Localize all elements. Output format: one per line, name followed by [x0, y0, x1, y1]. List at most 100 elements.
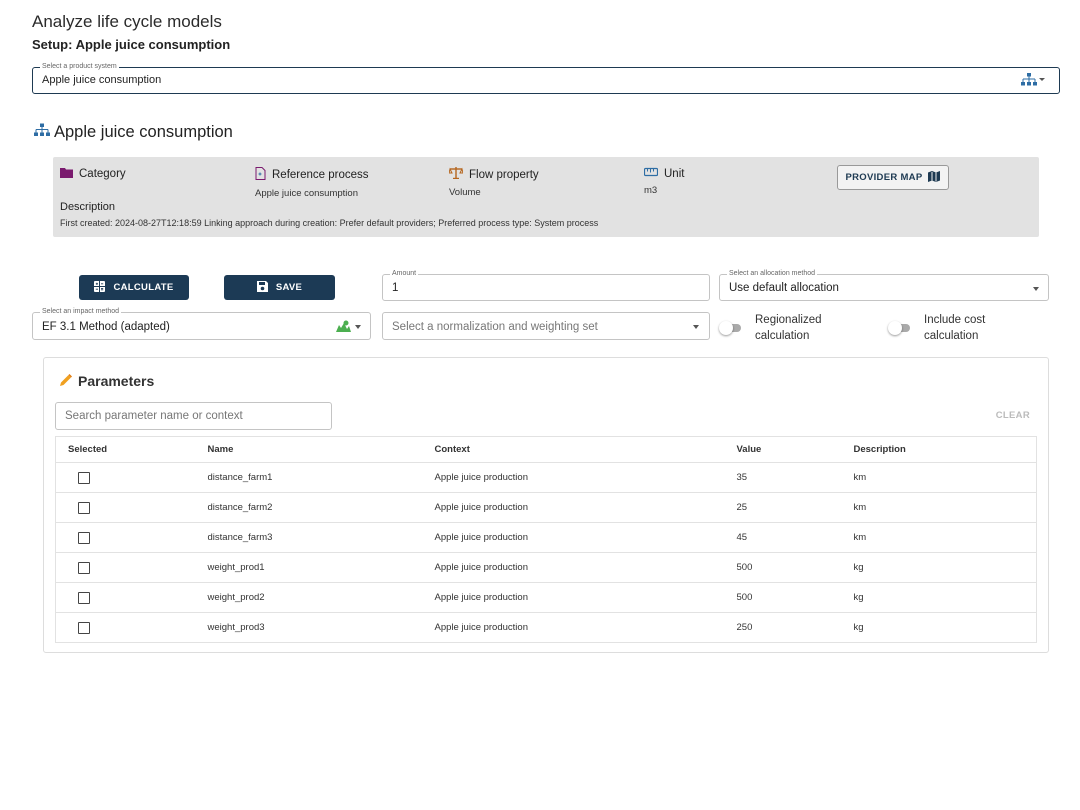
- system-info-box: Category Reference process Apple juice c…: [53, 157, 1039, 237]
- impact-method-select[interactable]: Select an impact method EF 3.1 Method (a…: [32, 307, 371, 340]
- column-header-description[interactable]: Description: [853, 436, 1037, 463]
- map-icon: [928, 170, 941, 185]
- product-system-tree-icon: [34, 123, 50, 142]
- column-header-value[interactable]: Value: [736, 436, 854, 463]
- calculate-label: CALCULATE: [113, 282, 174, 293]
- chevron-down-icon: [355, 325, 361, 329]
- param-description: kg: [853, 552, 1037, 583]
- reference-process-label: Reference process: [272, 169, 369, 181]
- product-system-tree-icon[interactable]: [1021, 72, 1047, 93]
- unit-column: Unit m3: [643, 167, 685, 196]
- system-title: Apple juice consumption: [54, 123, 233, 141]
- table-row: weight_prod3 Apple juice production 250 …: [55, 612, 1037, 643]
- category-column: Category: [60, 167, 126, 181]
- parameter-search-placeholder: Search parameter name or context: [65, 410, 243, 422]
- param-name: distance_farm2: [207, 492, 435, 523]
- chevron-down-icon: [693, 325, 699, 329]
- allocation-value: Use default allocation: [729, 282, 839, 294]
- param-context: Apple juice production: [434, 492, 737, 523]
- table-row: weight_prod2 Apple juice production 500 …: [55, 582, 1037, 613]
- product-system-select[interactable]: Select a product system Apple juice cons…: [32, 62, 1060, 94]
- floppy-disk-icon: [256, 280, 268, 295]
- page-title: Analyze life cycle models: [32, 12, 222, 31]
- save-label: SAVE: [275, 282, 303, 293]
- normalization-select[interactable]: Select a normalization and weighting set: [382, 312, 710, 340]
- impact-method-icon[interactable]: [336, 320, 351, 338]
- regionalized-toggle[interactable]: [719, 320, 745, 336]
- amount-field[interactable]: Amount 1: [382, 269, 710, 301]
- param-value[interactable]: 500: [736, 582, 854, 613]
- column-header-selected[interactable]: Selected: [55, 436, 208, 463]
- param-context: Apple juice production: [434, 462, 737, 493]
- param-name: weight_prod1: [207, 552, 435, 583]
- flow-property-label: Flow property: [469, 168, 539, 181]
- include-cost-label: Include cost calculation: [924, 314, 986, 342]
- param-description: km: [853, 492, 1037, 523]
- parameters-title: Parameters: [60, 373, 154, 389]
- calculator-icon: [94, 280, 106, 295]
- amount-legend: Amount: [390, 269, 419, 279]
- normalization-placeholder: Select a normalization and weighting set: [392, 321, 598, 333]
- reference-process-value: Apple juice consumption: [255, 188, 358, 199]
- row-select-checkbox[interactable]: [78, 471, 90, 484]
- setup-title: Setup: Apple juice consumption: [32, 37, 231, 52]
- param-name: distance_farm3: [207, 522, 435, 553]
- product-system-value: Apple juice consumption: [42, 74, 162, 86]
- flow-property-column: Flow property Volume: [448, 167, 539, 198]
- impact-method-legend: Select an impact method: [40, 307, 122, 317]
- param-value[interactable]: 500: [736, 552, 854, 583]
- product-system-legend: Select a product system: [40, 62, 119, 72]
- calculate-button[interactable]: CALCULATE: [79, 275, 189, 300]
- row-select-checkbox[interactable]: [78, 621, 90, 634]
- pencil-icon: [60, 373, 72, 389]
- amount-value: 1: [392, 282, 399, 294]
- include-cost-toggle-group: Include cost calculation: [888, 312, 1004, 344]
- param-value[interactable]: 25: [736, 492, 854, 523]
- provider-map-button[interactable]: PROVIDER MAP: [837, 165, 949, 190]
- param-description: kg: [853, 582, 1037, 613]
- reference-process-column: Reference process Apple juice consumptio…: [255, 167, 369, 199]
- param-context: Apple juice production: [434, 522, 737, 553]
- table-row: distance_farm1 Apple juice production 35…: [55, 462, 1037, 493]
- description-text: First created: 2024-08-27T12:18:59 Linki…: [60, 218, 599, 228]
- param-value[interactable]: 250: [736, 612, 854, 643]
- row-select-checkbox[interactable]: [78, 531, 90, 544]
- include-cost-toggle[interactable]: [888, 320, 914, 336]
- param-value[interactable]: 45: [736, 522, 854, 553]
- allocation-select[interactable]: Select an allocation method Use default …: [719, 269, 1049, 301]
- table-row: weight_prod1 Apple juice production 500 …: [55, 552, 1037, 583]
- param-description: kg: [853, 612, 1037, 643]
- folder-icon: [60, 167, 73, 181]
- param-context: Apple juice production: [434, 612, 737, 643]
- column-header-context[interactable]: Context: [434, 436, 737, 463]
- flow-property-value: Volume: [449, 187, 481, 198]
- param-description: km: [853, 522, 1037, 553]
- chevron-down-icon: [1033, 287, 1039, 291]
- unit-label: Unit: [664, 167, 685, 180]
- row-select-checkbox[interactable]: [78, 561, 90, 574]
- parameters-card: Parameters Search parameter name or cont…: [43, 357, 1049, 653]
- category-label: Category: [79, 168, 126, 180]
- system-section-title: Apple juice consumption: [34, 123, 233, 142]
- provider-map-label: PROVIDER MAP: [845, 172, 923, 183]
- column-header-name[interactable]: Name: [207, 436, 435, 463]
- allocation-legend: Select an allocation method: [727, 269, 817, 279]
- process-icon: [255, 167, 266, 183]
- parameters-table: Selected Name Context Value Description …: [55, 436, 1037, 643]
- parameters-title-text: Parameters: [78, 373, 155, 389]
- parameter-search-input[interactable]: Search parameter name or context: [55, 402, 332, 430]
- row-select-checkbox[interactable]: [78, 501, 90, 514]
- regionalized-toggle-group: Regionalized calculation: [719, 312, 835, 344]
- table-header-row: Selected Name Context Value Description: [55, 436, 1037, 463]
- row-select-checkbox[interactable]: [78, 591, 90, 604]
- param-context: Apple juice production: [434, 582, 737, 613]
- param-value[interactable]: 35: [736, 462, 854, 493]
- unit-value: m3: [644, 185, 658, 196]
- clear-button[interactable]: CLEAR: [996, 410, 1030, 421]
- description-label: Description: [60, 201, 116, 213]
- save-button[interactable]: SAVE: [224, 275, 335, 300]
- scale-icon: [448, 167, 464, 182]
- param-name: weight_prod2: [207, 582, 435, 613]
- regionalized-label: Regionalized calculation: [755, 314, 822, 342]
- impact-method-value: EF 3.1 Method (adapted): [42, 321, 170, 333]
